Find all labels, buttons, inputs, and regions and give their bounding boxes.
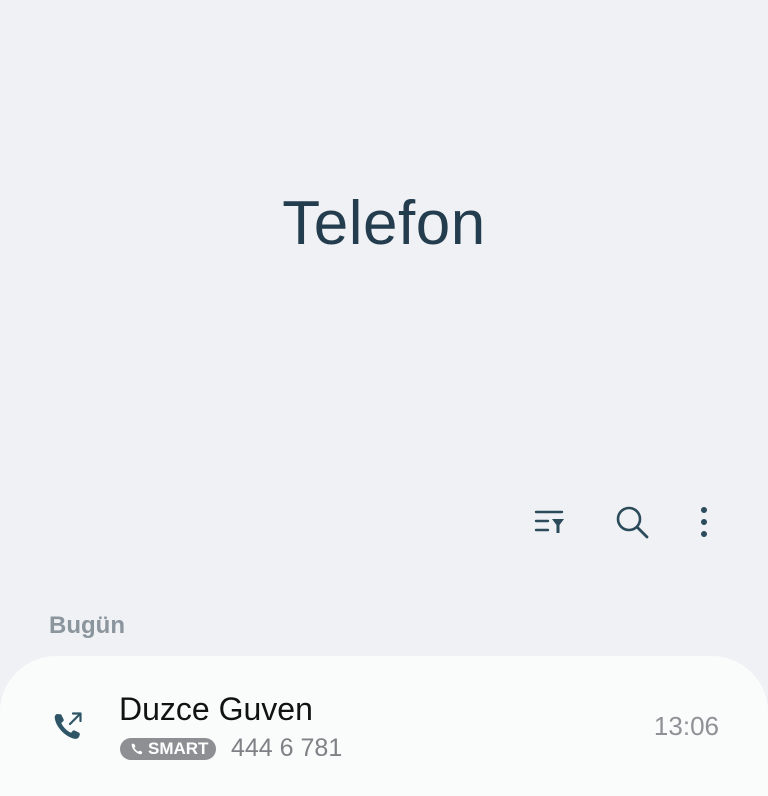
outgoing-call-icon <box>54 712 82 739</box>
smart-badge: SMART <box>120 738 217 760</box>
smart-badge-label: SMART <box>148 739 209 758</box>
search-icon <box>616 506 649 539</box>
call-log-item[interactable]: Duzce Guven SMART 444 6 781 13:06 <box>0 656 768 768</box>
more-options-button[interactable] <box>682 500 726 544</box>
phone-icon <box>131 743 143 755</box>
search-button[interactable] <box>610 500 654 544</box>
filter-icon <box>534 510 564 533</box>
section-header-today: Bugün <box>49 612 125 639</box>
call-log-card: Duzce Guven SMART 444 6 781 13:06 <box>0 656 768 796</box>
contact-name: Duzce Guven <box>119 691 313 727</box>
call-time: 13:06 <box>653 711 719 741</box>
filter-button[interactable] <box>528 500 572 544</box>
page-title: Telefon <box>282 189 486 258</box>
more-options-icon <box>701 507 707 537</box>
phone-number: 444 6 781 <box>231 734 343 762</box>
